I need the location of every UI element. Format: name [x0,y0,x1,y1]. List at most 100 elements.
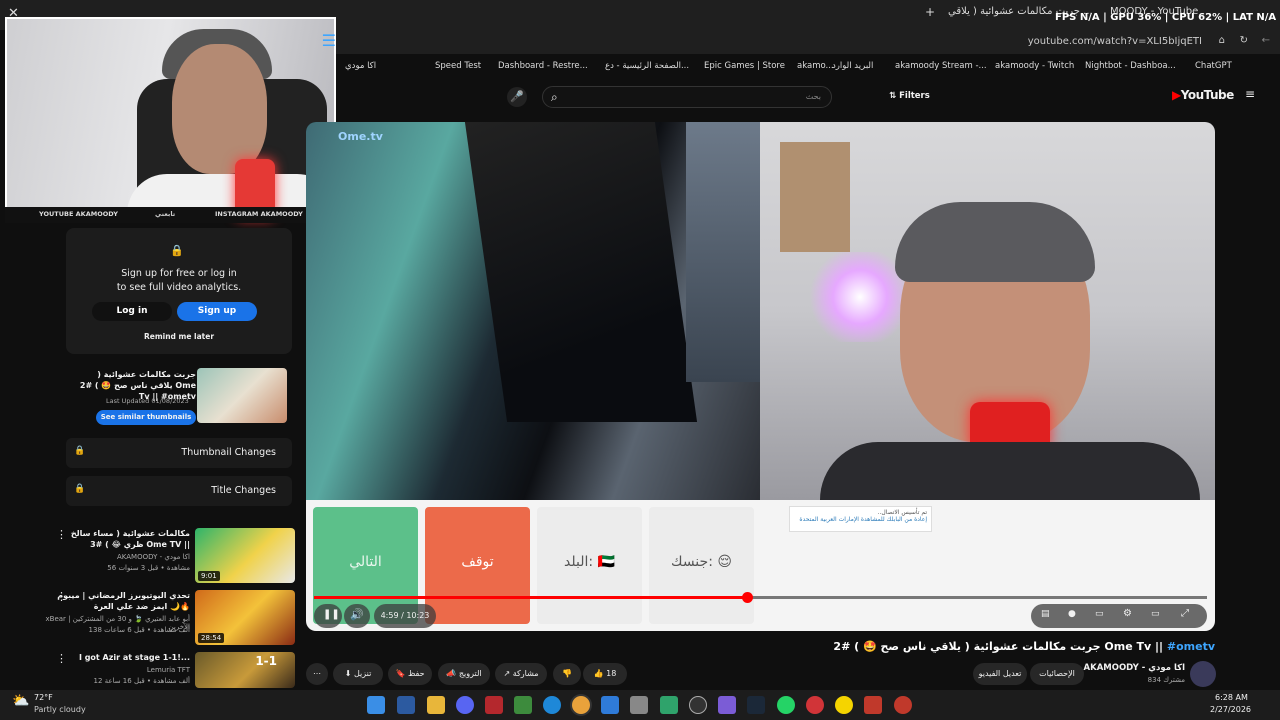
bookmarks-bar: اكا مودي Speed Test Dashboard - Restre..… [335,58,1280,76]
steam-icon[interactable] [747,696,765,714]
stop-button[interactable]: توقف [425,507,530,624]
clock-time: 6:28 AM [1215,693,1248,702]
edge-icon[interactable] [543,696,561,714]
filters-button[interactable]: ⇅ Filters [889,91,930,101]
app-icon[interactable] [630,696,648,714]
address-bar[interactable]: youtube.com/watch?v=XLI5bIjqETI ⌂ ↻ ← [335,30,1280,54]
dislike-icon[interactable]: 👎 [553,663,581,685]
player-right-controls: ▤ ● ▭ ⚙ ▭ ⤢ [1031,604,1207,628]
volume-button[interactable]: 🔊 [344,604,370,628]
share-button[interactable]: ↗ مشاركة [495,663,547,685]
rec-title: مكالمات عشوائية ( مساء سالخ ظري 😂 ) #3 O… [70,529,190,549]
app-icon[interactable] [806,696,824,714]
signup-button[interactable]: Sign up [177,302,257,321]
login-button[interactable]: Log in [92,302,172,321]
search-taskbar-icon[interactable] [397,696,415,714]
progress-bar[interactable] [314,592,1207,603]
file-explorer-icon[interactable] [427,696,445,714]
obs-icon[interactable] [689,696,707,714]
promote-button[interactable]: 📣 الترويج [438,663,490,685]
rec-stage-label: 1-1 [255,654,277,668]
whatsapp-icon[interactable] [777,696,795,714]
youtube-logo-text: YouTube [1180,88,1235,102]
rec-title: I got Azir at stage 1-1!... [78,653,190,662]
analytics-icon[interactable]: ▤ [1041,609,1050,619]
save-button[interactable]: 🔖 حفظ [388,663,432,685]
stats-button[interactable]: الإحصائيات [1030,663,1084,685]
recommendation-item[interactable]: ⋮ مكالمات عشوائية ( مساء سالخ ظري 😂 ) #3… [0,528,300,586]
streamer-camera [760,122,1215,500]
reload-icon[interactable]: ↻ [1240,35,1248,46]
rec-channel: AKAMOODY - اكا مودي [117,553,190,561]
current-video-thumbnail[interactable] [197,368,287,423]
recommendation-item[interactable]: ⋮ تحدي اليوتيوبرز الرمضاني | ميبوم ايمز … [0,590,300,648]
edit-video-button[interactable]: تعديل الفيديو [973,663,1027,685]
channel-name[interactable]: AKAMOODY - اكا مودي [1084,663,1185,673]
pause-button[interactable]: ❚❚ [314,604,342,628]
volume-icon: 🔊 [350,608,364,621]
fullscreen-icon[interactable]: ⤢ [1181,608,1189,619]
channel-avatar[interactable] [1190,661,1216,687]
bookmark-item[interactable]: akamoody Stream -... [895,61,987,71]
home-icon[interactable]: ⌂ [1219,35,1225,46]
follow-tag: تابعني [155,210,176,218]
bookmark-item[interactable]: Speed Test [435,61,481,71]
bookmark-item[interactable]: ChatGPT [1195,61,1232,71]
bookmark-item[interactable]: الصفحة الرئيسية - دع... [605,61,689,71]
bookmark-item[interactable]: akamoody - Twitch [995,61,1074,71]
weather-text: Partly cloudy [34,705,86,714]
back-icon[interactable]: ← [1262,35,1270,46]
rec-thumbnail[interactable]: 1-1 [195,652,295,688]
app-icon[interactable] [601,696,619,714]
chrome-icon[interactable] [572,696,590,714]
app-icon[interactable] [485,696,503,714]
bookmark-item[interactable]: البريد الوارد [832,61,873,71]
download-button[interactable]: ⬇ تنزيل [333,663,383,685]
app-icon[interactable] [894,696,912,714]
search-icon[interactable]: ⌕ [551,90,558,105]
search-input[interactable]: ⌕ بحث [542,86,832,108]
new-tab-icon[interactable]: + [925,5,935,19]
instagram-tag: INSTAGRAM AKAMOODY [215,210,303,218]
settings-gear-icon[interactable]: ⚙ [1123,608,1132,619]
bookmark-item[interactable]: Dashboard - Restre... [498,61,588,71]
rec-thumbnail[interactable]: 28:54 [195,590,295,645]
app-icon[interactable] [864,696,882,714]
thumbnail-changes-row[interactable]: 🔒 Thumbnail Changes [66,438,292,468]
subtitles-icon[interactable]: ▭ [1095,609,1104,619]
bookmark-item[interactable]: اكا مودي [345,61,376,71]
similar-thumbnails-button[interactable]: See similar thumbnails [96,410,196,425]
minecraft-icon[interactable] [514,696,532,714]
like-button[interactable]: 👍 18 [583,663,627,685]
window-light [686,122,760,382]
menu-icon[interactable]: ☰ [322,31,336,50]
rec-stats: 56 مشاهدة • قبل 3 سنوات [107,564,190,572]
mic-icon[interactable]: 🎤 [507,87,527,107]
time-display: 4:59 / 10:23 [374,604,436,628]
rec-thumbnail[interactable]: 9:01 [195,528,295,583]
menu-icon[interactable]: ≡ [1245,87,1255,101]
bookmark-item[interactable]: akamo... [797,61,834,71]
remind-later-link[interactable]: Remind me later [66,332,292,341]
gender-select[interactable]: جنسك: 😌 [649,507,754,624]
video-hashtag[interactable]: #ometv [1167,640,1215,653]
similar-thumbnails-label: See similar thumbnails [100,413,192,421]
bookmark-item[interactable]: Epic Games | Store [704,61,785,71]
youtube-logo[interactable]: ▶YouTube [1172,88,1234,102]
discord-icon[interactable] [456,696,474,714]
snapchat-icon[interactable] [835,696,853,714]
rec-title: تحدي اليوتيوبرز الرمضاني | ميبوم ايمز ضد… [57,591,190,611]
app-icon[interactable] [718,696,736,714]
filters-label: Filters [899,91,930,101]
progress-fill [314,596,748,599]
app-icon[interactable] [660,696,678,714]
more-actions-icon[interactable]: ⋯ [306,663,328,685]
bookmark-item[interactable]: Nightbot - Dashboa... [1085,61,1176,71]
start-button[interactable] [367,696,385,714]
theater-mode-icon[interactable]: ▭ [1151,609,1160,619]
country-select[interactable]: البلد: 🇦🇪 [537,507,642,624]
autoplay-toggle[interactable]: ● [1068,609,1076,619]
subscriber-count: 834 مشترك [1147,676,1185,684]
video-player[interactable]: Ome.tv التالي توقف البلد: 🇦🇪 جنسك: 😌 ..ت… [306,122,1215,631]
title-changes-row[interactable]: 🔒 Title Changes [66,476,292,506]
